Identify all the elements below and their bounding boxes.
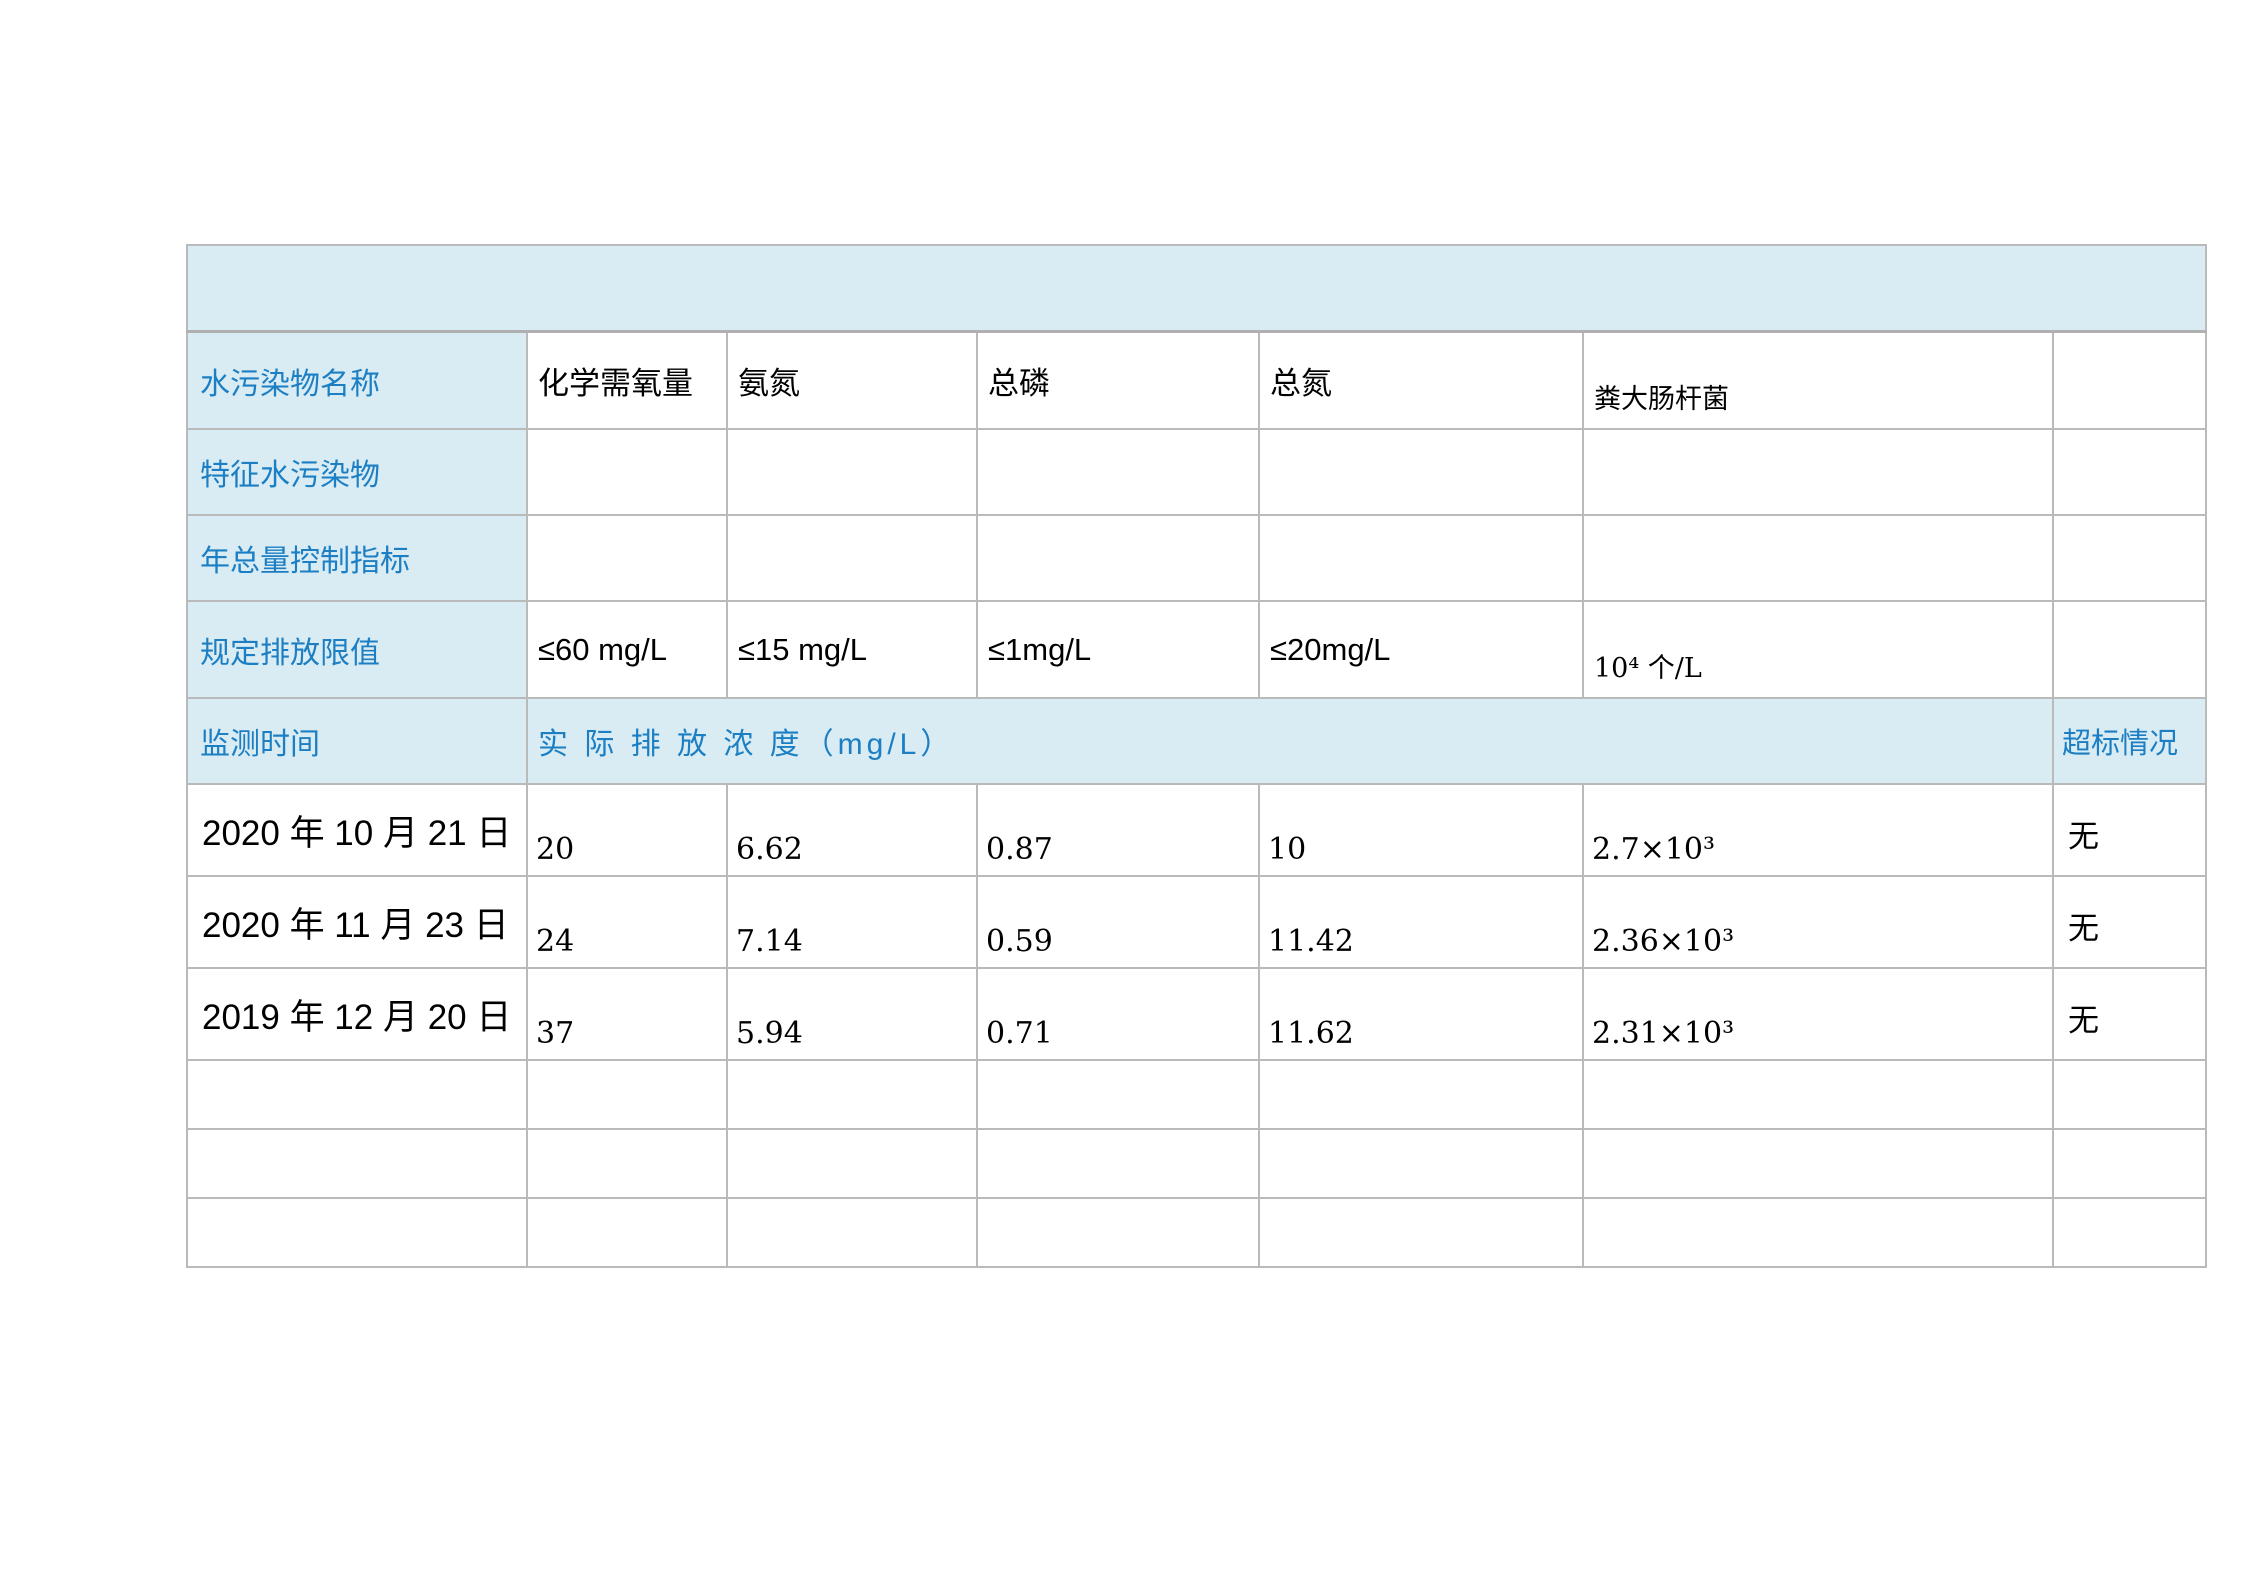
empty-cell [977, 1060, 1259, 1129]
row-label-discharge-limit: 规定排放限值 [187, 601, 527, 698]
limit-total-nitrogen: ≤20mg/L [1259, 601, 1583, 698]
empty-cell [977, 1198, 1259, 1267]
empty-cell [1259, 1129, 1583, 1198]
empty-cell [2053, 515, 2206, 601]
empty-cell [727, 1198, 977, 1267]
empty-cell [187, 1129, 527, 1198]
row-label-characteristic: 特征水污染物 [187, 429, 527, 515]
table-row: 2020 年 11 月 23 日 24 7.14 0.59 11.42 2.36… [187, 876, 2206, 968]
monitoring-header-row: 监测时间 实 际 排 放 浓 度（mg/L） 超标情况 [187, 698, 2206, 784]
empty-cell [1259, 1198, 1583, 1267]
empty-cell [1259, 429, 1583, 515]
empty-cell [727, 1129, 977, 1198]
exceedance-header: 超标情况 [2053, 698, 2206, 784]
row-label-annual-total: 年总量控制指标 [187, 515, 527, 601]
value-fecal-coliform: 2.36×10³ [1583, 876, 2053, 968]
limit-fecal-coliform: 10⁴ 个/L [1583, 601, 2053, 698]
empty-cell [527, 515, 727, 601]
annual-total-control-row: 年总量控制指标 [187, 515, 2206, 601]
empty-cell [2053, 601, 2206, 698]
pollutant-monitoring-table: 水污染物名称 化学需氧量 氨氮 总磷 总氮 粪大肠杆菌 特征水污染物 年总量控制… [186, 244, 2207, 1268]
monitoring-date: 2019 年 12 月 20 日 [187, 968, 527, 1060]
pollutant-total-nitrogen: 总氮 [1259, 332, 1583, 430]
value-total-nitrogen: 11.42 [1259, 876, 1583, 968]
value-cod: 24 [527, 876, 727, 968]
empty-cell [187, 1060, 527, 1129]
document-page: { "table": { "colors": { "header_bg": "#… [0, 0, 2245, 1587]
limit-cod: ≤60 mg/L [527, 601, 727, 698]
value-fecal-coliform: 2.31×10³ [1583, 968, 2053, 1060]
value-ammonia: 5.94 [727, 968, 977, 1060]
top-banner-cell [187, 245, 2206, 332]
empty-row [187, 1198, 2206, 1267]
value-total-phosphorus: 0.71 [977, 968, 1259, 1060]
empty-cell [527, 1060, 727, 1129]
empty-cell [727, 429, 977, 515]
empty-cell [2053, 1060, 2206, 1129]
empty-cell [527, 1198, 727, 1267]
empty-cell [527, 429, 727, 515]
value-fecal-coliform: 2.7×10³ [1583, 784, 2053, 876]
exceedance-value: 无 [2053, 784, 2206, 876]
limit-total-phosphorus: ≤1mg/L [977, 601, 1259, 698]
characteristic-pollutant-row: 特征水污染物 [187, 429, 2206, 515]
empty-cell [727, 515, 977, 601]
exceedance-value: 无 [2053, 876, 2206, 968]
empty-cell [1583, 429, 2053, 515]
table-row: 2019 年 12 月 20 日 37 5.94 0.71 11.62 2.31… [187, 968, 2206, 1060]
value-ammonia: 6.62 [727, 784, 977, 876]
actual-concentration-header: 实 际 排 放 浓 度（mg/L） [527, 698, 2053, 784]
exceedance-value: 无 [2053, 968, 2206, 1060]
pollutant-fecal-coliform: 粪大肠杆菌 [1583, 332, 2053, 430]
empty-cell [1259, 1060, 1583, 1129]
monitoring-date: 2020 年 11 月 23 日 [187, 876, 527, 968]
empty-cell [1583, 1198, 2053, 1267]
empty-cell [727, 1060, 977, 1129]
value-total-phosphorus: 0.87 [977, 784, 1259, 876]
value-ammonia: 7.14 [727, 876, 977, 968]
empty-row [187, 1129, 2206, 1198]
pollutant-ammonia: 氨氮 [727, 332, 977, 430]
empty-cell [977, 429, 1259, 515]
empty-cell [1583, 1060, 2053, 1129]
value-cod: 20 [527, 784, 727, 876]
top-banner-row [187, 245, 2206, 332]
empty-cell [977, 1129, 1259, 1198]
empty-cell [2053, 332, 2206, 430]
empty-cell [2053, 1129, 2206, 1198]
empty-cell [977, 515, 1259, 601]
value-total-phosphorus: 0.59 [977, 876, 1259, 968]
value-total-nitrogen: 11.62 [1259, 968, 1583, 1060]
empty-cell [187, 1198, 527, 1267]
row-label-monitoring-time: 监测时间 [187, 698, 527, 784]
empty-cell [527, 1129, 727, 1198]
empty-cell [2053, 429, 2206, 515]
value-cod: 37 [527, 968, 727, 1060]
pollutant-name-row: 水污染物名称 化学需氧量 氨氮 总磷 总氮 粪大肠杆菌 [187, 332, 2206, 430]
pollutant-total-phosphorus: 总磷 [977, 332, 1259, 430]
row-label-pollutant-name: 水污染物名称 [187, 332, 527, 430]
limit-ammonia: ≤15 mg/L [727, 601, 977, 698]
empty-cell [2053, 1198, 2206, 1267]
pollutant-cod: 化学需氧量 [527, 332, 727, 430]
value-total-nitrogen: 10 [1259, 784, 1583, 876]
discharge-limit-row: 规定排放限值 ≤60 mg/L ≤15 mg/L ≤1mg/L ≤20mg/L … [187, 601, 2206, 698]
empty-cell [1583, 515, 2053, 601]
empty-row [187, 1060, 2206, 1129]
monitoring-date: 2020 年 10 月 21 日 [187, 784, 527, 876]
table-row: 2020 年 10 月 21 日 20 6.62 0.87 10 2.7×10³… [187, 784, 2206, 876]
empty-cell [1259, 515, 1583, 601]
empty-cell [1583, 1129, 2053, 1198]
